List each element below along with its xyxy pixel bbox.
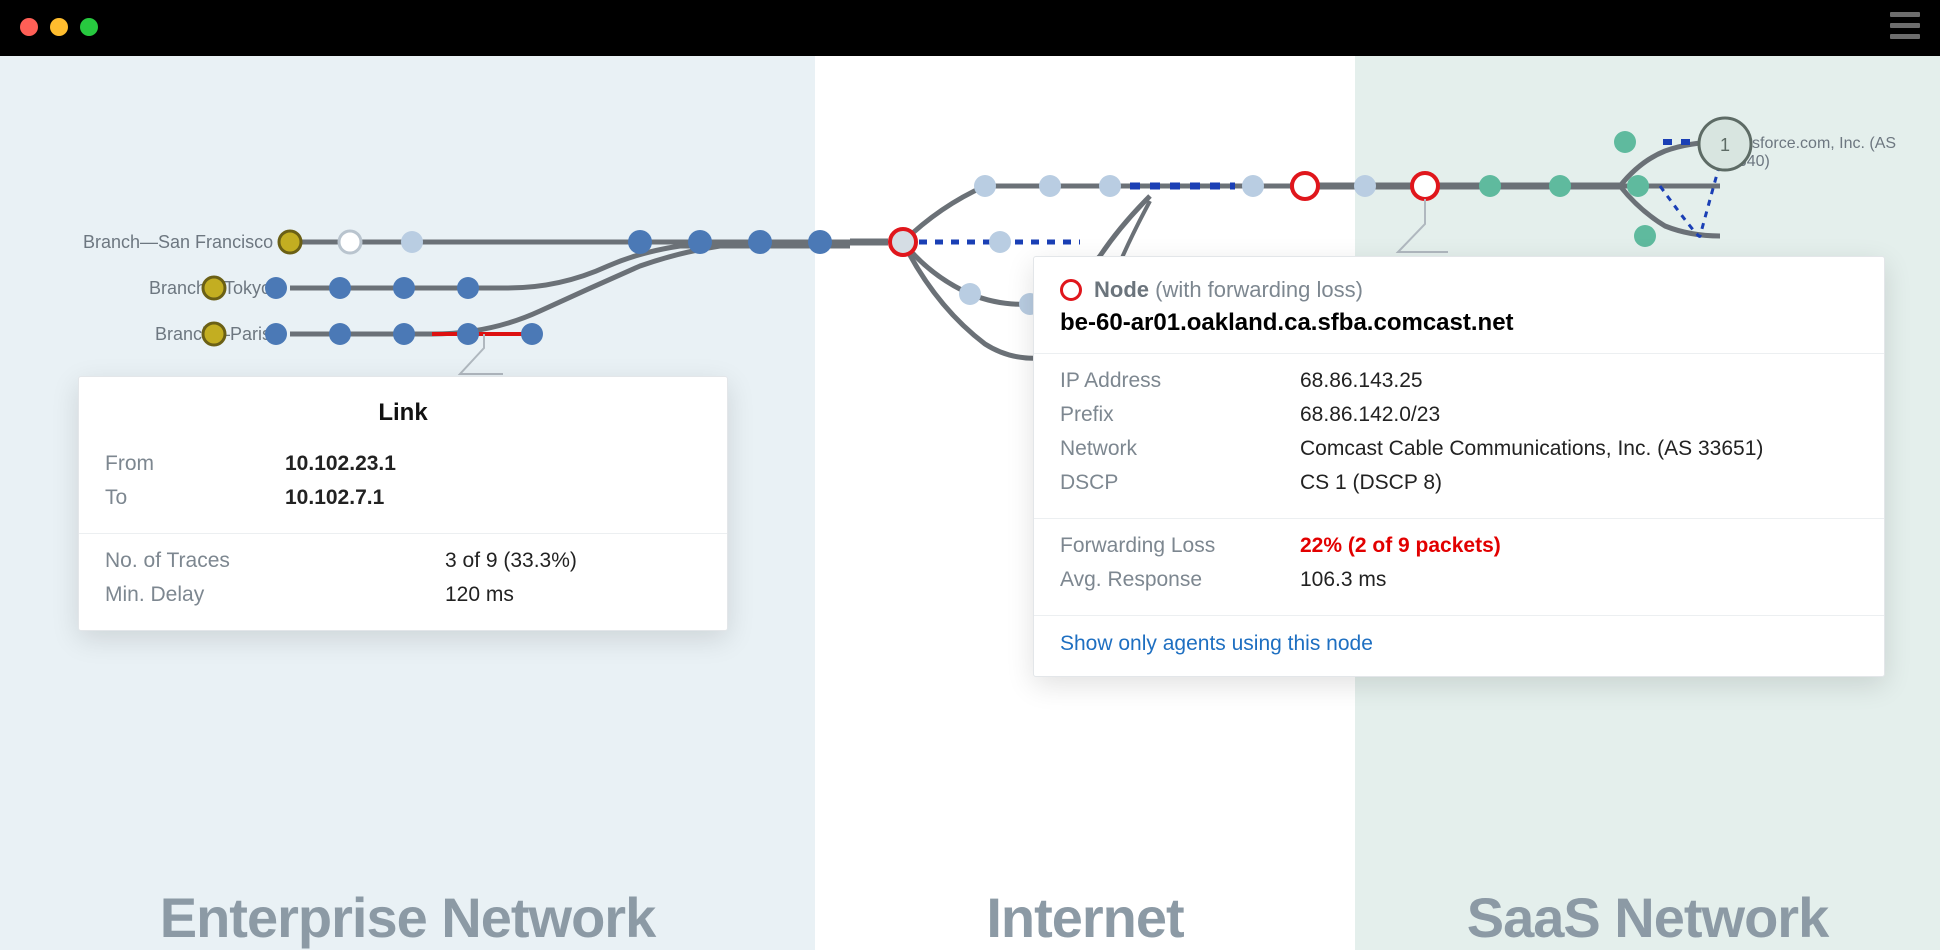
- hop-node[interactable]: [521, 323, 543, 345]
- window-titlebar: [0, 0, 1940, 56]
- node-detail-value: 68.86.143.25: [1300, 364, 1423, 398]
- label: Min. Delay: [105, 578, 445, 612]
- loss-node[interactable]: [1412, 173, 1438, 199]
- link-popover-title: Link: [79, 377, 727, 437]
- hop-node[interactable]: [339, 231, 361, 253]
- agent-node[interactable]: [203, 277, 225, 299]
- label: Forwarding Loss: [1060, 529, 1300, 563]
- hop-node[interactable]: [1549, 175, 1571, 197]
- hamburger-menu-icon[interactable]: [1890, 12, 1920, 39]
- label: DSCP: [1060, 466, 1300, 500]
- zoom-icon[interactable]: [80, 18, 98, 36]
- link-popover: Link From 10.102.23.1 To 10.102.7.1 No. …: [78, 376, 728, 631]
- hop-node[interactable]: [628, 230, 652, 254]
- hop-node[interactable]: [1039, 175, 1061, 197]
- hop-node[interactable]: [688, 230, 712, 254]
- node-popover-heading: Node (with forwarding loss): [1094, 277, 1363, 303]
- show-agents-link[interactable]: Show only agents using this node: [1060, 632, 1373, 655]
- hop-node[interactable]: [401, 231, 423, 253]
- hop-node[interactable]: [959, 283, 981, 305]
- close-icon[interactable]: [20, 18, 38, 36]
- hop-node[interactable]: [1627, 175, 1649, 197]
- minimize-icon[interactable]: [50, 18, 68, 36]
- node-detail-value: CS 1 (DSCP 8): [1300, 466, 1442, 500]
- hop-node[interactable]: [457, 277, 479, 299]
- label: Prefix: [1060, 398, 1300, 432]
- destination-badge: 1: [1720, 135, 1730, 155]
- loss-node[interactable]: [890, 229, 916, 255]
- callout-leader: [1398, 199, 1448, 252]
- agent-node[interactable]: [203, 323, 225, 345]
- hop-node[interactable]: [265, 277, 287, 299]
- link-traces-value: 3 of 9 (33.3%): [445, 544, 577, 578]
- hop-node[interactable]: [265, 323, 287, 345]
- label: Network: [1060, 432, 1300, 466]
- loss-ring-icon: [1060, 279, 1082, 301]
- label: No. of Traces: [105, 544, 445, 578]
- hop-node[interactable]: [1634, 225, 1656, 247]
- destination-node[interactable]: 1: [1699, 118, 1751, 170]
- hop-node[interactable]: [393, 277, 415, 299]
- hop-node[interactable]: [329, 323, 351, 345]
- traffic-lights: [20, 18, 98, 36]
- label: To: [105, 481, 285, 515]
- hop-node[interactable]: [329, 277, 351, 299]
- node-hostname: be-60-ar01.oakland.ca.sfba.comcast.net: [1034, 309, 1884, 353]
- hop-node[interactable]: [748, 230, 772, 254]
- hop-node[interactable]: [1614, 131, 1636, 153]
- label: From: [105, 447, 285, 481]
- node-resp-value: 106.3 ms: [1300, 563, 1386, 597]
- hop-node[interactable]: [989, 231, 1011, 253]
- node-popover: Node (with forwarding loss) be-60-ar01.o…: [1033, 256, 1885, 677]
- hop-node[interactable]: [808, 230, 832, 254]
- loss-node[interactable]: [1292, 173, 1318, 199]
- hop-node[interactable]: [457, 323, 479, 345]
- link-delay-value: 120 ms: [445, 578, 514, 612]
- hop-node[interactable]: [974, 175, 996, 197]
- link-to-value: 10.102.7.1: [285, 481, 384, 515]
- agent-node[interactable]: [279, 231, 301, 253]
- node-detail-value: Comcast Cable Communications, Inc. (AS 3…: [1300, 432, 1763, 466]
- label: Avg. Response: [1060, 563, 1300, 597]
- hop-node[interactable]: [393, 323, 415, 345]
- hop-node[interactable]: [1099, 175, 1121, 197]
- hop-node[interactable]: [1354, 175, 1376, 197]
- hop-node[interactable]: [1242, 175, 1264, 197]
- hop-node[interactable]: [1479, 175, 1501, 197]
- node-detail-value: 68.86.142.0/23: [1300, 398, 1440, 432]
- label: IP Address: [1060, 364, 1300, 398]
- node-loss-value: 22% (2 of 9 packets): [1300, 529, 1501, 563]
- link-from-value: 10.102.23.1: [285, 447, 396, 481]
